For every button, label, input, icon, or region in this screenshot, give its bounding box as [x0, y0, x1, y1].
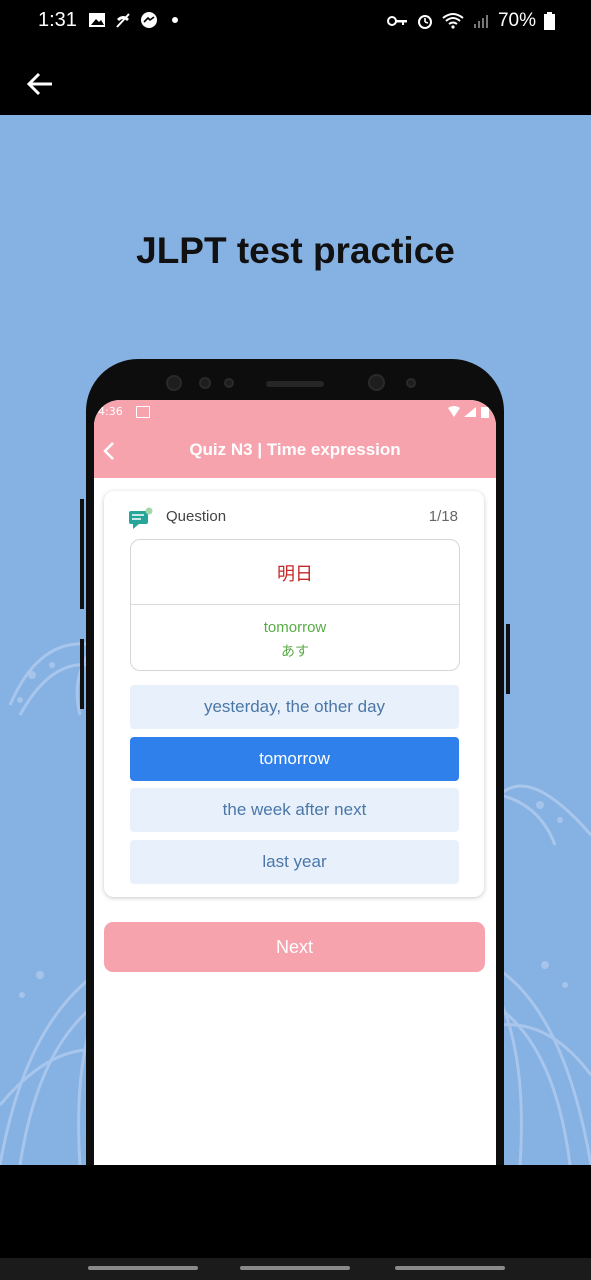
navigation-bar — [0, 1258, 591, 1280]
battery-percent: 70% — [497, 10, 536, 31]
question-counter: 1/18 — [428, 508, 458, 525]
answer-option[interactable]: the week after next — [130, 788, 459, 832]
nav-pill[interactable] — [395, 1266, 505, 1270]
divider — [131, 604, 459, 605]
question-card: Question 1/18 明日 tomorrow あす yesterday, … — [104, 491, 484, 897]
word-reading: あす — [281, 644, 309, 660]
dot-icon — [172, 17, 178, 23]
signal-off-icon — [116, 13, 130, 28]
sensor-icon — [199, 377, 211, 389]
back-arrow-icon[interactable] — [22, 66, 58, 102]
answer-option-selected[interactable]: tomorrow — [130, 737, 459, 781]
quiz-title: Quiz N3 | Time expression — [189, 440, 401, 459]
nav-pill[interactable] — [88, 1266, 198, 1270]
front-camera-icon — [368, 374, 385, 391]
word-meaning: tomorrow — [263, 619, 327, 636]
question-label: Question — [166, 508, 227, 525]
phone-side-button — [80, 499, 84, 609]
phone-side-button — [80, 639, 84, 709]
cell-signal-icon — [473, 15, 488, 28]
speaker-grille — [266, 381, 324, 387]
phone-mockup: 4:36 Quiz N3 | Time expression Question … — [80, 359, 510, 1165]
key-icon — [386, 16, 407, 26]
chat-icon — [129, 507, 153, 529]
promo-title: JLPT test practice — [136, 230, 455, 271]
wifi-icon — [442, 13, 464, 29]
promo-screenshot: JLPT test practice 4:36 Quiz N3 | Time e… — [0, 115, 591, 1165]
answer-option[interactable]: yesterday, the other day — [130, 685, 459, 729]
inner-status-bar: 4:36 — [94, 400, 496, 424]
camera-icon — [166, 375, 182, 391]
sensor-icon — [406, 378, 416, 388]
word-kanji: 明日 — [277, 564, 313, 585]
nav-pill[interactable] — [240, 1266, 350, 1270]
messenger-icon — [141, 12, 157, 28]
image-icon — [136, 406, 150, 418]
app-bar — [0, 44, 591, 115]
status-bar: 1:31 70% — [0, 0, 591, 44]
answer-option[interactable]: last year — [130, 840, 459, 884]
battery-icon — [544, 12, 555, 30]
vocabulary-box: 明日 tomorrow あす — [130, 539, 460, 671]
next-button[interactable]: Next — [104, 922, 485, 972]
phone-screen: 4:36 Quiz N3 | Time expression Question … — [94, 400, 496, 1165]
status-time: 1:31 — [38, 9, 77, 31]
sensor-icon — [224, 378, 234, 388]
image-icon — [89, 13, 105, 27]
inner-status-time: 4:36 — [98, 405, 123, 418]
inner-status-icons — [448, 406, 489, 418]
quiz-header: Quiz N3 | Time expression — [94, 424, 496, 478]
alarm-icon — [417, 15, 432, 29]
phone-side-button — [506, 624, 510, 694]
